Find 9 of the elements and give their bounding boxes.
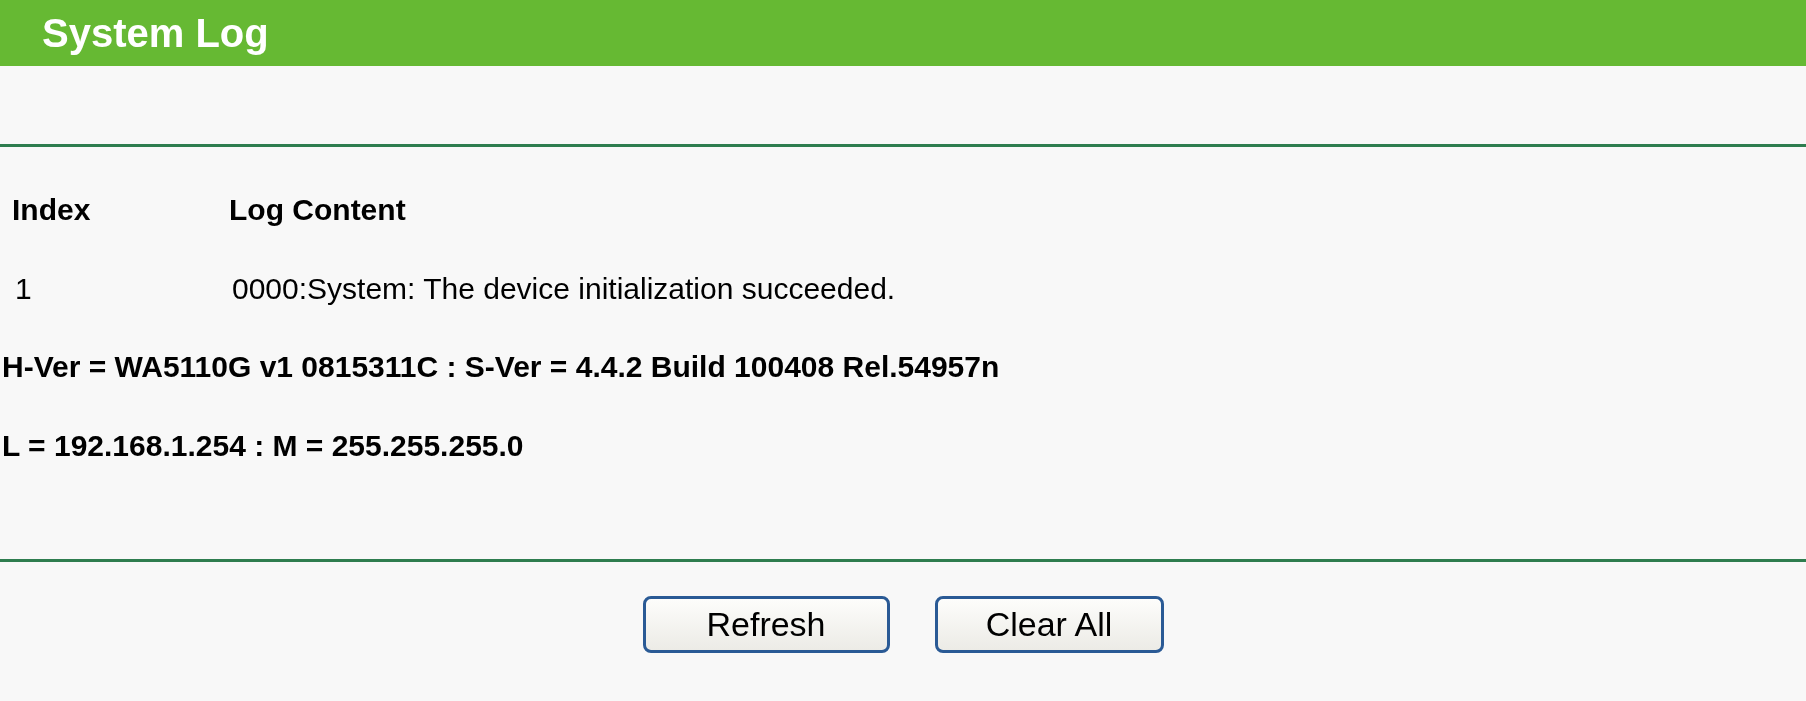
column-header: Log Content [229,193,407,227]
column-header: Index [12,193,92,227]
version-info-text: L = 192.168.1.254 : M = 255.255.255.0 [1,429,525,463]
table-cell-text: 0000:System: The device initialization succeeded. [231,272,896,306]
table-cell-text: 1 [14,272,33,306]
action-button[interactable]: Refresh [642,596,890,653]
action-button[interactable]: Clear All [934,596,1164,653]
version-info-text: H-Ver = WA5110G v1 0815311C : S-Ver = 4.4.2 Build 100408 Rel.54957n [1,350,1001,384]
page-title: System Log [42,10,269,56]
